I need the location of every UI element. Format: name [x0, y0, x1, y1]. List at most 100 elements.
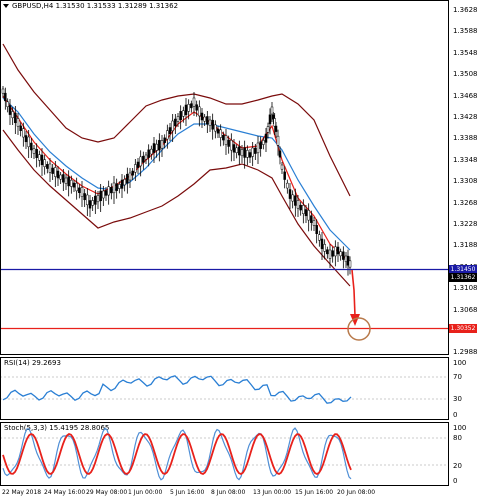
- candle-body: [320, 238, 324, 250]
- candle-body: [192, 97, 196, 107]
- candle-body: [238, 146, 241, 156]
- candle-body: [174, 118, 177, 127]
- candle-body: [276, 135, 280, 146]
- candle-body: [296, 200, 300, 209]
- candle-body: [110, 187, 113, 194]
- candle-body: [251, 147, 254, 157]
- candle-body: [104, 190, 108, 196]
- candle-body: [62, 174, 65, 183]
- candle-body: [30, 142, 33, 151]
- rsi-axis-100: 100: [453, 359, 467, 367]
- candle-body: [200, 112, 204, 121]
- candle-body: [158, 140, 161, 151]
- candle-body: [48, 163, 52, 173]
- candle-body: [19, 125, 22, 131]
- candle-body: [270, 106, 274, 115]
- candle-body: [331, 250, 334, 257]
- candle-body: [334, 246, 337, 257]
- candle-body: [78, 187, 81, 193]
- forecast-arrow-line: [351, 269, 356, 317]
- price-axis-label: 1.29880: [453, 348, 477, 357]
- rsi-axis-0: 0: [453, 411, 458, 419]
- candle-body: [99, 190, 102, 202]
- time-axis-label: 20 Jun 08:00: [337, 489, 376, 496]
- candle-body: [14, 112, 17, 124]
- candle-body: [51, 167, 54, 174]
- candle-body: [342, 251, 345, 260]
- candle-body: [222, 134, 225, 141]
- candle-body: [214, 124, 217, 132]
- candle-body: [4, 92, 7, 102]
- candle-body: [46, 164, 49, 169]
- candle-body: [266, 126, 270, 133]
- candle-body: [198, 106, 201, 117]
- candle-body: [155, 143, 158, 151]
- candle-body: [88, 200, 92, 209]
- candle-body: [288, 189, 292, 199]
- price-chart-canvas[interactable]: [0, 0, 449, 355]
- price-axis-label: 1.31080: [453, 284, 477, 293]
- candle-body: [307, 210, 310, 221]
- stoch-axis-20: 20: [453, 462, 462, 470]
- price-chart-pane[interactable]: GBPUSD,H4 1.31530 1.31533 1.31289 1.3136…: [0, 0, 477, 357]
- candle-body: [131, 170, 134, 176]
- candle-body: [152, 143, 156, 153]
- price-axis-label: 1.33880: [453, 134, 477, 143]
- candle-body: [24, 135, 28, 143]
- candle-body: [336, 246, 340, 255]
- candle-body: [126, 173, 129, 184]
- time-axis-label: 8 Jun 08:00: [211, 489, 246, 496]
- candle-body: [40, 154, 44, 166]
- candle-body: [304, 209, 308, 217]
- candle-body: [323, 244, 326, 252]
- candle-body: [6, 101, 9, 107]
- stoch-pane[interactable]: Stoch(5,3,3) 15.4195 28.8065 100 80 20 0: [0, 422, 477, 486]
- candle-body: [273, 118, 276, 127]
- price-axis-label: 1.35880: [453, 27, 477, 36]
- candle-body: [243, 147, 246, 158]
- candle-body: [144, 154, 148, 160]
- candle-body: [64, 177, 68, 184]
- price-axis-label: 1.35480: [453, 48, 477, 57]
- stoch-axis-0: 0: [453, 477, 458, 485]
- candle-body: [348, 260, 352, 268]
- candle-body: [75, 182, 78, 192]
- candle-body: [227, 139, 230, 147]
- candle-body: [139, 156, 142, 167]
- candle-body: [147, 149, 150, 158]
- rsi-canvas[interactable]: [0, 357, 449, 420]
- candle-body: [176, 116, 180, 122]
- candle-body: [280, 164, 284, 170]
- candle-body: [248, 152, 252, 158]
- time-axis-label: 5 Jun 16:00: [170, 489, 205, 496]
- price-axis-label: 1.36280: [453, 6, 477, 14]
- candle-body: [224, 135, 228, 145]
- candle-body: [94, 195, 97, 205]
- candle-body: [195, 104, 198, 111]
- candle-body: [123, 179, 126, 186]
- rsi-axis-30: 30: [453, 395, 462, 403]
- candle-body: [291, 194, 294, 202]
- price-axis-label: 1.34680: [453, 91, 477, 100]
- current-price-tag: 1.31362: [449, 273, 477, 282]
- time-axis-label: 1 Jun 00:00: [128, 489, 163, 496]
- candle-body: [16, 118, 20, 127]
- price-axis-label: 1.32680: [453, 198, 477, 207]
- candle-body: [118, 184, 121, 189]
- stoch-canvas[interactable]: [0, 422, 449, 486]
- candle-body: [184, 104, 188, 116]
- candle-body: [35, 149, 38, 158]
- candle-body: [160, 140, 164, 149]
- candle-body: [120, 179, 124, 189]
- rsi-pane[interactable]: RSI(14) 29.2693 100 70 30 0: [0, 357, 477, 420]
- candle-body: [190, 103, 193, 109]
- candle-body: [115, 183, 118, 191]
- candle-body: [134, 164, 137, 173]
- candle-body: [256, 142, 260, 154]
- candle-body: [67, 176, 70, 187]
- candle-body: [150, 148, 153, 155]
- candle-body: [83, 193, 86, 201]
- candle-body: [211, 119, 214, 130]
- candle-body: [1, 88, 5, 94]
- candle-body: [163, 137, 166, 143]
